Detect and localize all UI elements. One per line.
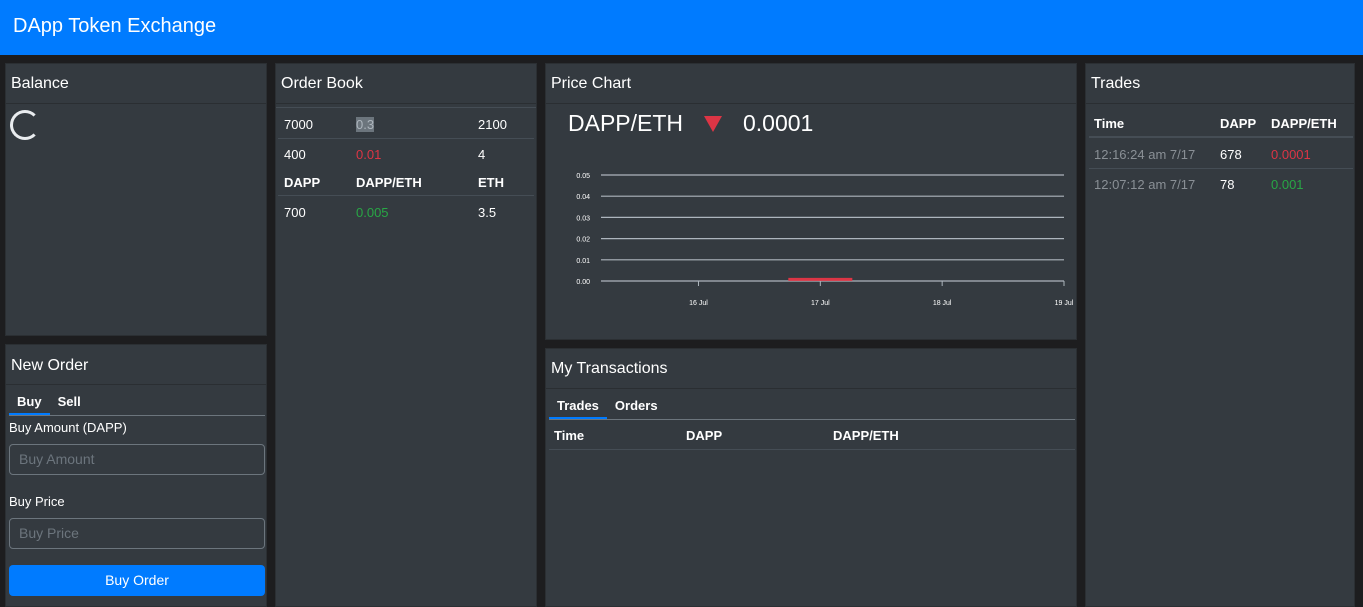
column-header-dapp-eth: DAPP/ETH (1271, 116, 1337, 131)
tab-trades[interactable]: Trades (549, 397, 607, 419)
price-chart-title: Price Chart (546, 64, 1076, 104)
column-header-dapp-eth: DAPP/ETH (356, 175, 422, 190)
order-price: 0.3 (356, 117, 375, 132)
navbar: DApp Token Exchange (0, 0, 1363, 55)
order-dapp: 400 (284, 147, 306, 162)
order-dapp: 7000 (284, 117, 313, 132)
balance-card: Balance (5, 63, 267, 336)
buy-amount-label: Buy Amount (DAPP) (9, 420, 127, 435)
column-header-eth: ETH (478, 175, 504, 190)
column-header-time: Time (554, 428, 585, 443)
column-header-time: Time (1094, 116, 1125, 131)
buy-price-input[interactable]: Buy Price (9, 518, 265, 549)
tab-sell[interactable]: Sell (50, 393, 89, 415)
pair-label: DAPP/ETH (568, 110, 684, 136)
x-tick-label: 16 Jul (689, 300, 708, 307)
new-order-card: New Order Buy Sell Buy Amount (DAPP) Buy… (5, 344, 267, 607)
transactions-header: Time DAPP DAPP/ETH (549, 421, 1075, 450)
price-chart-card: Price Chart DAPP/ETH 0.0001 0.05 0.04 0.03… (545, 63, 1077, 340)
new-order-title: New Order (6, 345, 266, 385)
loading-spinner-icon (10, 110, 40, 140)
column-header-dapp: DAPP (284, 175, 321, 190)
order-eth: 2100 (478, 117, 507, 132)
navbar-brand[interactable]: DApp Token Exchange (13, 15, 216, 38)
order-row[interactable]: 700 0.005 3.5 (278, 197, 534, 227)
my-transactions-card: My Transactions Trades Orders Time DAPP … (545, 348, 1077, 607)
x-tick-label: 17 Jul (811, 300, 830, 307)
trades-header: Time DAPP DAPP/ETH (1089, 109, 1353, 138)
order-book-title: Order Book (276, 64, 536, 104)
tab-orders[interactable]: Orders (607, 397, 666, 419)
y-tick-label: 0.02 (576, 237, 590, 244)
y-tick-label: 0.01 (576, 258, 590, 265)
my-transactions-title: My Transactions (546, 349, 1076, 389)
order-book-header: DAPP DAPP/ETH ETH (278, 168, 534, 196)
order-book-card: Order Book 7000 0.3 2100 400 0.01 4 DAPP… (275, 63, 537, 607)
order-eth: 4 (478, 147, 486, 162)
order-type-tabs: Buy Sell (9, 393, 265, 416)
trade-time: 12:16:24 am 7/17 (1094, 147, 1196, 162)
order-row[interactable]: 7000 0.3 2100 (278, 109, 534, 139)
buy-amount-input[interactable]: Buy Amount (9, 444, 265, 475)
trade-dapp: 78 (1220, 177, 1235, 192)
price-chart-svg[interactable]: 0.05 0.04 0.03 0.02 0.01 0.00 16 Jul 17 Jul 18 J… (546, 159, 1076, 319)
y-tick-label: 0.04 (576, 194, 590, 201)
trade-time: 12:07:12 am 7/17 (1094, 177, 1196, 192)
trade-dapp: 678 (1220, 147, 1242, 162)
transactions-tabs: Trades Orders (549, 397, 1075, 420)
order-price: 0.01 (356, 147, 382, 162)
buy-order-button[interactable]: Buy Order (9, 565, 265, 596)
column-header-dapp: DAPP (1220, 116, 1257, 131)
y-tick-label: 0.00 (576, 279, 590, 286)
buy-price-label: Buy Price (9, 494, 65, 509)
trades-card: Trades Time DAPP DAPP/ETH 12:16:24 am 7/… (1085, 63, 1355, 607)
column-header-dapp-eth: DAPP/ETH (833, 428, 899, 443)
order-row[interactable]: 400 0.01 4 (278, 139, 534, 167)
order-dapp: 700 (284, 205, 306, 220)
order-eth: 3.5 (478, 205, 497, 220)
tab-buy[interactable]: Buy (9, 393, 50, 415)
candle (788, 277, 853, 281)
trade-price: 0.001 (1271, 177, 1304, 192)
column-header-dapp: DAPP (686, 428, 723, 443)
last-price: 0.0001 (743, 110, 814, 136)
order-price: 0.005 (356, 205, 389, 220)
x-tick-label: 18 Jul (933, 300, 952, 307)
trade-price: 0.0001 (1271, 147, 1311, 162)
trend-down-icon (704, 116, 722, 132)
y-tick-label: 0.03 (576, 215, 590, 222)
trades-title: Trades (1086, 64, 1354, 104)
balance-title: Balance (6, 64, 266, 104)
trade-row[interactable]: 12:07:12 am 7/17 78 0.001 (1089, 169, 1353, 199)
x-tick-label: 19 Jul (1055, 300, 1074, 307)
trade-row[interactable]: 12:16:24 am 7/17 678 0.0001 (1089, 139, 1353, 169)
y-tick-label: 0.05 (576, 173, 590, 180)
